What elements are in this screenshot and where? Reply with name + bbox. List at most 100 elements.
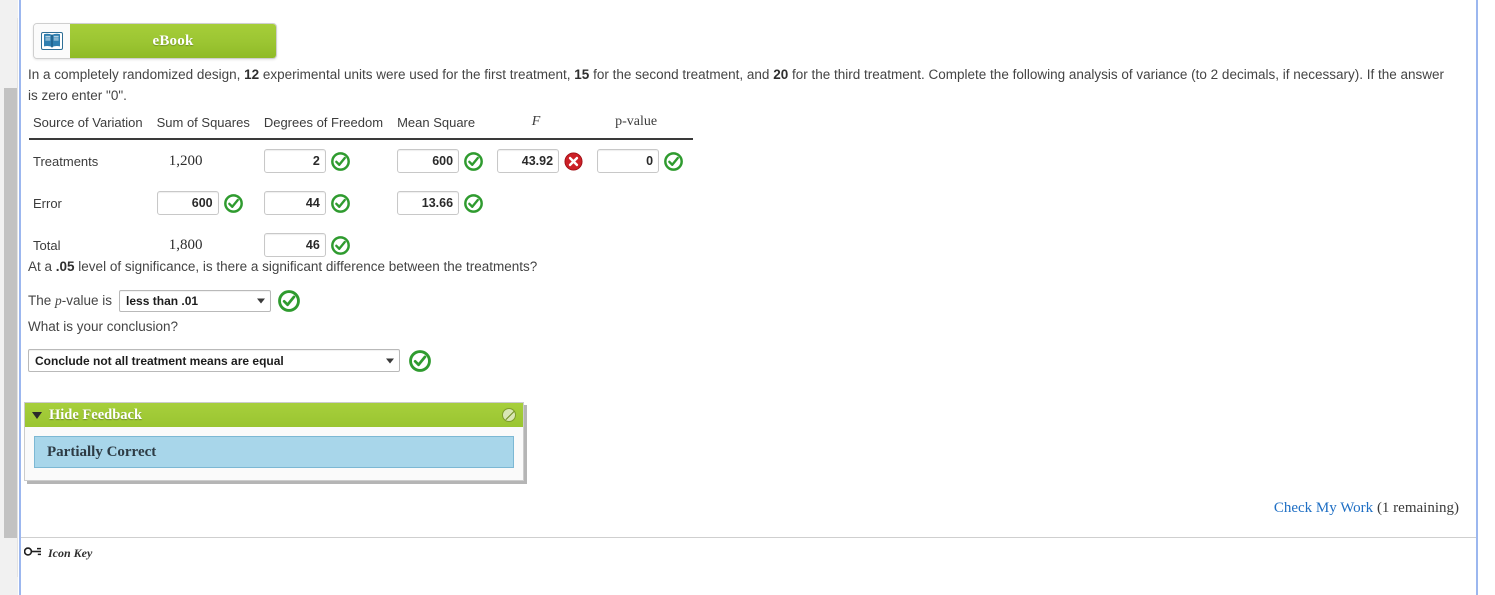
question-n1: 12 bbox=[244, 67, 260, 82]
cell-ss: 1,200 bbox=[153, 139, 260, 182]
cell-f bbox=[493, 139, 593, 182]
input-treatments-df[interactable] bbox=[263, 149, 326, 173]
cell-ss bbox=[153, 182, 260, 224]
key-icon bbox=[23, 544, 42, 562]
table-row: Treatments 1,200 bbox=[29, 139, 693, 182]
cell-content bbox=[597, 194, 683, 213]
cell-p bbox=[593, 182, 693, 224]
correct-icon bbox=[223, 193, 243, 213]
incorrect-icon bbox=[564, 151, 583, 171]
feedback-toggle-label: Hide Feedback bbox=[49, 406, 143, 423]
cell-content bbox=[397, 149, 483, 173]
anova-table-container: Source of Variation Sum of Squares Degre… bbox=[29, 114, 694, 266]
p-value-answer-row: The p-value is less than .01between .01 … bbox=[28, 290, 300, 312]
p-value-select-wrapper: less than .01between .01 and .025between… bbox=[119, 290, 272, 312]
p-value-label-after: -value is bbox=[61, 293, 113, 308]
cell-content bbox=[597, 236, 683, 255]
input-error-ss[interactable] bbox=[156, 191, 219, 215]
cell-f bbox=[493, 182, 593, 224]
static-treatments-ss: 1,200 bbox=[168, 152, 203, 169]
question-part-1: In a completely randomized design, bbox=[28, 67, 245, 82]
correct-icon bbox=[464, 193, 483, 213]
input-total-df[interactable] bbox=[263, 233, 326, 257]
feedback-panel: Hide Feedback Partially Correct bbox=[24, 402, 524, 481]
check-my-work-area: Check My Work (1 remaining) bbox=[1274, 500, 1459, 517]
feedback-toggle-header[interactable]: Hide Feedback bbox=[25, 403, 523, 427]
bottom-divider bbox=[21, 537, 1476, 538]
caret-down-icon bbox=[32, 411, 42, 419]
conclusion-select[interactable]: Conclude not all treatment means are equ… bbox=[28, 349, 400, 372]
cell-content bbox=[497, 194, 583, 213]
cell-content bbox=[597, 149, 683, 173]
icon-key-label: Icon Key bbox=[48, 545, 93, 560]
row-source-label: Error bbox=[33, 195, 62, 211]
cell-p bbox=[593, 224, 693, 266]
cell-content bbox=[263, 191, 383, 215]
header-p-value: p-value bbox=[593, 114, 694, 140]
conclusion-prompt: What is your conclusion? bbox=[28, 319, 179, 334]
cell-ms bbox=[393, 139, 493, 182]
conclusion-answer-row: Conclude not all treatment means are equ… bbox=[28, 349, 431, 372]
significance-alpha: .05 bbox=[55, 259, 75, 274]
row-source-label: Treatments bbox=[33, 153, 99, 169]
p-value-label-italic: p bbox=[55, 293, 62, 308]
book-icon bbox=[34, 24, 70, 58]
table-row: Error bbox=[29, 182, 693, 224]
scrollbar-up-arrow[interactable] bbox=[0, 0, 18, 18]
scrollbar-down-arrow[interactable] bbox=[0, 577, 18, 595]
question-n2: 15 bbox=[574, 67, 590, 82]
cell-content bbox=[397, 191, 483, 215]
significance-text-after: level of significance, is there a signif… bbox=[74, 259, 538, 274]
cell-content bbox=[263, 233, 383, 257]
ebook-row: eBook bbox=[33, 23, 277, 59]
anova-table: Source of Variation Sum of Squares Degre… bbox=[29, 114, 694, 266]
static-total-ss: 1,800 bbox=[168, 236, 203, 253]
question-part-3: for the second treatment, and bbox=[589, 67, 774, 82]
input-error-ms[interactable] bbox=[397, 191, 460, 215]
correct-icon bbox=[330, 151, 350, 171]
question-part-2: experimental units were used for the fir… bbox=[259, 67, 575, 82]
feedback-status-banner: Partially Correct bbox=[34, 436, 514, 468]
input-treatments-f[interactable] bbox=[497, 149, 560, 173]
ebook-button-label: eBook bbox=[70, 24, 276, 58]
cell-content bbox=[263, 149, 383, 173]
question-text: In a completely randomized design, 12 ex… bbox=[28, 64, 1453, 106]
p-value-label-before: The bbox=[28, 293, 56, 308]
anova-table-body: Treatments1,200ErrorTotal1,800 bbox=[29, 139, 693, 266]
cell-content bbox=[156, 191, 250, 215]
header-f: F bbox=[493, 114, 594, 140]
conclusion-select-wrapper: Conclude not all treatment means are equ… bbox=[28, 349, 400, 372]
ebook-button[interactable]: eBook bbox=[33, 23, 277, 59]
feedback-body: Partially Correct bbox=[25, 427, 523, 480]
question-n3: 20 bbox=[773, 67, 789, 82]
help-icon[interactable] bbox=[502, 408, 516, 422]
page-root: eBook In a completely randomized design,… bbox=[0, 0, 1495, 595]
icon-key-button[interactable]: Icon Key bbox=[23, 544, 93, 562]
content-area: eBook In a completely randomized design,… bbox=[21, 0, 1476, 595]
cell-content bbox=[397, 236, 483, 255]
header-mean-square: Mean Square bbox=[393, 114, 494, 140]
correct-icon bbox=[330, 235, 350, 255]
cell-content: 1,800 bbox=[157, 236, 250, 255]
header-degrees-of-freedom: Degrees of Freedom bbox=[259, 114, 394, 140]
scrollbar-thumb[interactable] bbox=[4, 88, 17, 538]
cell-df bbox=[260, 139, 393, 182]
check-my-work-link[interactable]: Check My Work bbox=[1274, 500, 1373, 516]
header-sum-of-squares: Sum of Squares bbox=[152, 114, 260, 140]
correct-icon bbox=[664, 151, 683, 171]
header-source-of-variation: Source of Variation bbox=[29, 114, 153, 140]
p-value-select[interactable]: less than .01between .01 and .025between… bbox=[119, 290, 272, 312]
cell-content bbox=[497, 149, 583, 173]
input-treatments-p[interactable] bbox=[597, 149, 660, 173]
cell-df bbox=[260, 182, 393, 224]
input-error-df[interactable] bbox=[263, 191, 326, 215]
p-value-label: The p-value is bbox=[28, 293, 112, 309]
p-value-status-icon bbox=[278, 290, 300, 312]
cell-ms bbox=[393, 182, 493, 224]
input-treatments-ms[interactable] bbox=[397, 149, 460, 173]
check-my-work-remaining: (1 remaining) bbox=[1376, 500, 1459, 516]
correct-icon bbox=[464, 151, 483, 171]
cell-content: 1,200 bbox=[157, 152, 250, 171]
anova-header-row: Source of Variation Sum of Squares Degre… bbox=[29, 114, 694, 140]
page-scrollbar[interactable] bbox=[0, 0, 18, 595]
